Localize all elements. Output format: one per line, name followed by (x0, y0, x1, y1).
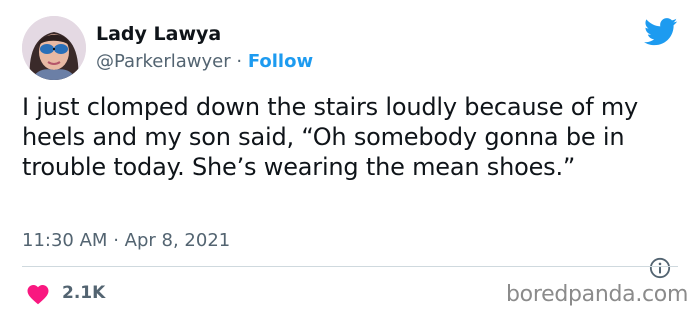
timestamp-separator: · (113, 230, 119, 251)
avatar[interactable] (22, 16, 86, 80)
tweet-text: I just clomped down the stairs loudly be… (22, 93, 639, 181)
author-display-name[interactable]: Lady Lawya (96, 22, 221, 46)
watermark: boredpanda.com (506, 282, 689, 307)
avatar-image (22, 16, 86, 80)
tweet-time: 11:30 AM (22, 230, 108, 251)
follow-button[interactable]: Follow (248, 51, 313, 72)
tweet-date: Apr 8, 2021 (124, 230, 231, 251)
twitter-bird-icon[interactable] (644, 18, 678, 46)
handle-separator: · (236, 51, 243, 72)
author-handle[interactable]: @Parkerlawyer (96, 51, 231, 72)
divider (22, 266, 678, 267)
tweet-card: Lady Lawya @Parkerlawyer · Follow I just… (0, 0, 700, 319)
like-count[interactable]: 2.1K (62, 281, 105, 305)
author-handle-row: @Parkerlawyer · Follow (96, 50, 313, 74)
tweet-timestamp[interactable]: 11:30 AM · Apr 8, 2021 (22, 229, 230, 253)
heart-icon[interactable] (26, 283, 50, 305)
info-icon[interactable] (649, 257, 671, 279)
